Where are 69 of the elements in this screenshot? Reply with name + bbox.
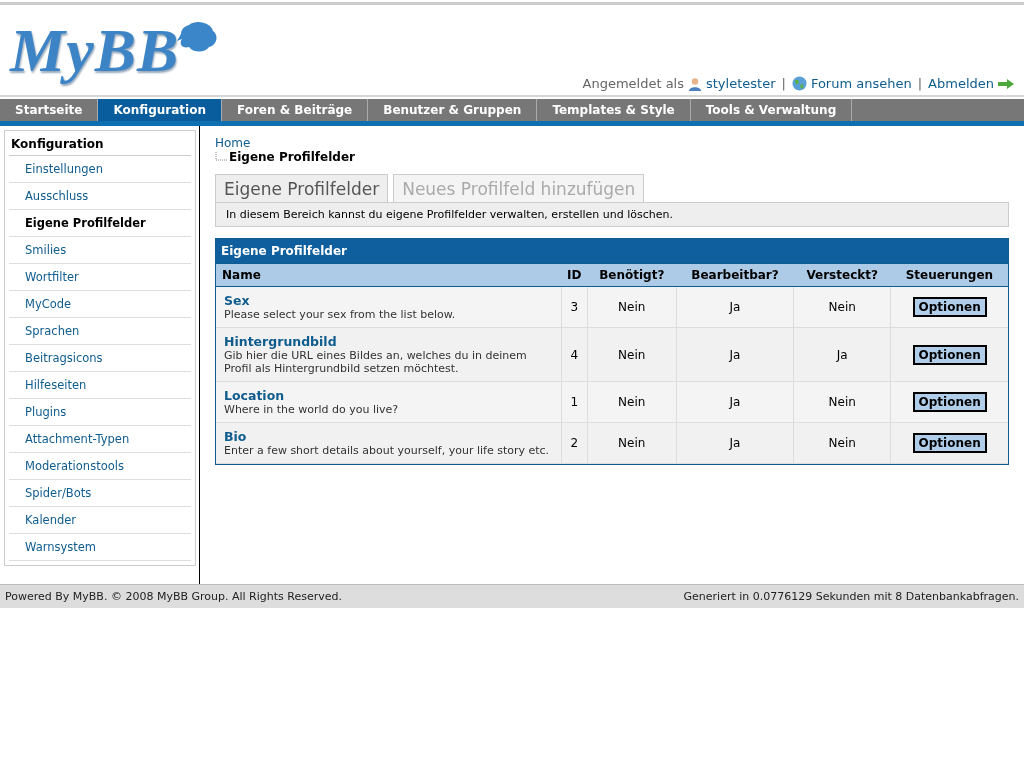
table-cell: Nein — [587, 381, 677, 423]
view-forum-link[interactable]: Forum ansehen — [810, 76, 912, 91]
sidebar-item[interactable]: Wortfilter — [9, 264, 191, 291]
username-link[interactable]: styletester — [706, 76, 776, 91]
sub-tab[interactable]: Eigene Profilfelder — [215, 174, 389, 202]
sidebar-item[interactable]: Attachment-Typen — [9, 426, 191, 453]
sidebar-item[interactable]: Moderationstools — [9, 453, 191, 480]
sidebar-item[interactable]: Smilies — [9, 237, 191, 264]
column-header: Versteckt? — [793, 263, 891, 287]
table-cell: Nein — [793, 381, 891, 423]
sidebar-item[interactable]: Eigene Profilfelder — [9, 210, 191, 237]
table-cell: Ja — [793, 327, 891, 382]
description-text: In diesem Bereich kannst du eigene Profilfelder verwalten, erstellen und löschen. — [215, 202, 1009, 227]
field-name-link[interactable]: Sex — [224, 293, 250, 308]
table-cell: Ja — [676, 286, 794, 328]
table-title: Eigene Profilfelder — [216, 239, 1008, 263]
table-cell: Ja — [676, 381, 794, 423]
options-button[interactable]: Optionen — [912, 344, 987, 365]
options-button[interactable]: Optionen — [912, 297, 987, 317]
column-header: Benötigt? — [587, 263, 677, 287]
table-cell: Ja — [676, 327, 794, 382]
table-cell: Nein — [587, 327, 677, 382]
field-description: Please select your sex from the list below. — [224, 308, 457, 321]
sidebar-item[interactable]: Warnsystem — [9, 534, 191, 561]
nav-tab[interactable]: Konfiguration — [98, 99, 222, 121]
arrow-right-icon — [998, 78, 1014, 89]
sidebar-title: Konfiguration — [9, 133, 191, 156]
field-name-link[interactable]: Hintergrundbild — [224, 334, 337, 349]
logout-link[interactable]: Abmelden — [928, 76, 994, 91]
table-cell: Nein — [793, 422, 891, 464]
table-cell: Ja — [676, 422, 794, 464]
sidebar-item[interactable]: Sprachen — [9, 318, 191, 345]
sidebar-item[interactable]: Plugins — [9, 399, 191, 426]
breadcrumb-current: Eigene Profilfelder — [229, 150, 355, 164]
copyright-text: Powered By MyBB. © 2008 MyBB Group. All Rights Reserved. — [5, 590, 342, 603]
field-description: Enter a few short details about yourself, your life story etc. — [224, 444, 551, 457]
sidebar-item[interactable]: Ausschluss — [9, 183, 191, 210]
generation-stats: Generiert in 0.0776129 Sekunden mit 8 Datenbankabfragen. — [683, 590, 1019, 603]
breadcrumb-home-link[interactable]: Home — [215, 136, 1009, 150]
column-header: Bearbeitbar? — [676, 263, 794, 287]
sidebar-item[interactable]: Hilfeseiten — [9, 372, 191, 399]
sidebar-item[interactable]: Einstellungen — [9, 156, 191, 183]
user-icon — [688, 76, 702, 91]
tree-connector-icon — [215, 152, 227, 162]
field-description: Gib hier die URL eines Bildes an, welches du in deinem Profil als Hintergrundbild setzen möchtest. — [224, 349, 528, 375]
logo: MyBB — [10, 17, 180, 83]
sidebar-item[interactable]: MyCode — [9, 291, 191, 318]
sidebar-item[interactable]: Spider/Bots — [9, 480, 191, 507]
column-header: Name — [216, 263, 562, 287]
table-cell: Nein — [587, 286, 677, 328]
separator: | — [917, 76, 923, 91]
table-cell: 2 — [561, 422, 588, 464]
column-header: Steuerungen — [890, 263, 1008, 287]
sidebar-item[interactable]: Kalender — [9, 507, 191, 534]
options-button[interactable]: Optionen — [912, 433, 987, 453]
sidebar-item[interactable]: Beitragsicons — [9, 345, 191, 372]
table-cell: 4 — [561, 327, 588, 382]
field-name-link[interactable]: Location — [224, 388, 285, 403]
table-cell: Nein — [793, 286, 891, 328]
table-cell: Nein — [587, 422, 677, 464]
table-cell: 1 — [561, 381, 588, 423]
options-button[interactable]: Optionen — [912, 392, 987, 412]
table-cell: 3 — [561, 286, 588, 328]
field-name-link[interactable]: Bio — [224, 429, 247, 444]
globe-icon — [791, 76, 807, 91]
field-description: Where in the world do you live? — [224, 403, 400, 416]
separator: | — [781, 76, 786, 91]
logged-in-label: Angemeldet als — [582, 76, 684, 91]
column-header: ID — [561, 263, 588, 287]
